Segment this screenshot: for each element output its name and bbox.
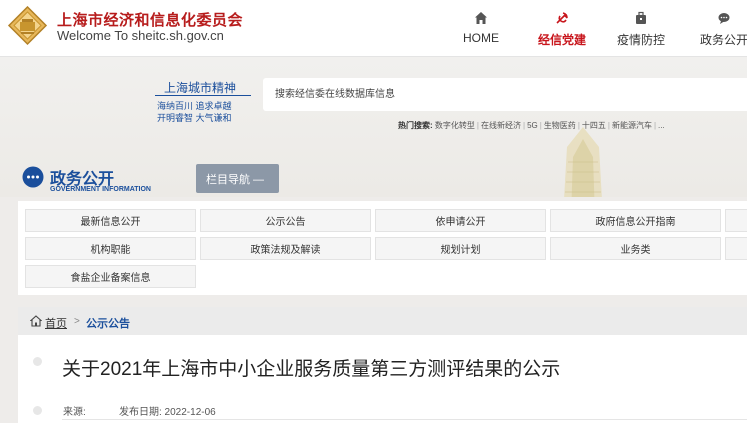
shanghai-emblem-logo[interactable] (7, 6, 48, 46)
category-more[interactable] (725, 209, 747, 232)
hot-term[interactable]: ... (658, 121, 665, 130)
decorative-dot (33, 357, 42, 366)
hot-search-label: 热门搜索: (398, 121, 433, 130)
breadcrumb-current[interactable]: 公示公告 (86, 315, 130, 331)
article-title: 关于2021年上海市中小企业服务质量第三方测评结果的公示 (62, 359, 561, 380)
nav-gov-info[interactable]: 政务公开 (694, 9, 747, 51)
hot-term[interactable]: 新能源汽车 (612, 121, 652, 130)
building-illustration (564, 127, 602, 197)
category-latest-info[interactable]: 最新信息公开 (25, 209, 196, 232)
category-salt-filing[interactable]: 食盐企业备案信息 (25, 265, 196, 288)
category-guide[interactable]: 政府信息公开指南 (550, 209, 721, 232)
hot-search: 热门搜索: 数字化转型 | 在线新经济 | 5G | 生物医药 | 十四五 | 新能源汽车 |... (398, 120, 665, 131)
party-emblem-icon (556, 12, 568, 24)
separator: | (522, 121, 526, 130)
divider (62, 419, 747, 420)
breadcrumb-home-link[interactable]: 首页 (45, 315, 67, 331)
slogan-divider (155, 95, 251, 96)
home-outline-icon (30, 315, 42, 327)
column-nav-button[interactable]: 栏目导航 — (196, 164, 279, 193)
category-business[interactable]: 业务类 (550, 237, 721, 260)
hot-term[interactable]: 十四五 (582, 121, 606, 130)
separator: | (539, 121, 542, 130)
category-policies[interactable]: 政策法规及解读 (200, 237, 371, 260)
article-source: 来源: (63, 407, 86, 418)
hot-term[interactable]: 生物医药 (544, 121, 576, 130)
separator: | (607, 121, 610, 130)
site-header: 上海市经济和信息化委员会 Welcome To sheitc.sh.gov.cn… (0, 0, 747, 57)
nav-home-label: HOME (463, 31, 499, 45)
search-box (263, 78, 747, 111)
category-announcements[interactable]: 公示公告 (200, 209, 371, 232)
hot-term[interactable]: 在线新经济 (481, 121, 521, 130)
category-functions[interactable]: 机构职能 (25, 237, 196, 260)
article-date: 发布日期: 2022-12-06 (119, 407, 216, 418)
breadcrumb-separator: > (74, 316, 80, 327)
category-planning[interactable]: 规划计划 (375, 237, 546, 260)
home-icon (475, 12, 487, 24)
search-input[interactable] (263, 78, 747, 111)
briefcase-icon (636, 11, 646, 24)
nav-party-building[interactable]: 经信党建 (532, 9, 592, 51)
nav-epidemic[interactable]: 疫情防控 (611, 9, 671, 51)
chat-bubble-icon (22, 166, 44, 188)
site-name: 上海市经济和信息化委员会 (57, 12, 244, 29)
nav-epidemic-label: 疫情防控 (616, 33, 665, 47)
separator: | (476, 121, 479, 130)
slogan-line-2: 开明睿智 大气谦和 (157, 113, 232, 123)
section-subtitle: GOVERNMENT INFORMATION (50, 186, 151, 193)
nav-gov-label: 政务公开 (699, 33, 747, 47)
slogan-title: 上海城市精神 (164, 81, 237, 95)
chat-icon (718, 13, 730, 24)
hot-term[interactable]: 数字化转型 (435, 121, 475, 130)
nav-party-label: 经信党建 (537, 33, 586, 47)
separator: | (577, 121, 580, 130)
decorative-dot (33, 406, 42, 415)
nav-home[interactable]: HOME (459, 9, 503, 51)
hot-term[interactable]: 5G (527, 121, 538, 130)
separator: | (653, 121, 657, 130)
category-on-request[interactable]: 依申请公开 (375, 209, 546, 232)
category-more[interactable] (725, 237, 747, 260)
site-url: Welcome To sheitc.sh.gov.cn (57, 28, 224, 43)
